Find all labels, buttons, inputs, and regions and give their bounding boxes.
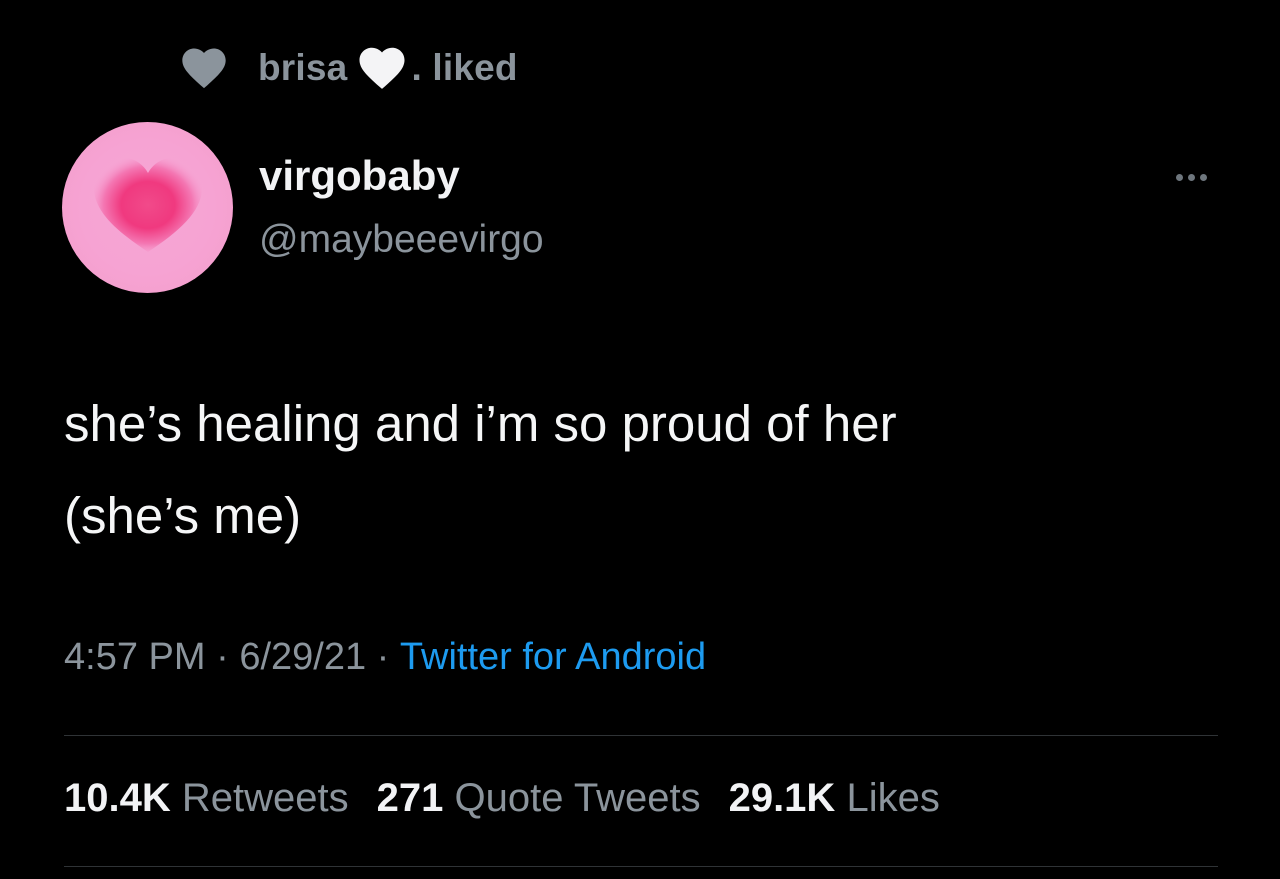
more-icon bbox=[1175, 173, 1183, 181]
author-display-name[interactable]: virgobaby bbox=[259, 152, 460, 200]
meta-separator: · bbox=[366, 636, 400, 678]
quote-tweets-label: Quote Tweets bbox=[454, 776, 701, 820]
retweets-stat[interactable]: 10.4K Retweets bbox=[64, 776, 349, 821]
social-context: brisa . liked bbox=[178, 40, 518, 96]
likes-stat[interactable]: 29.1K Likes bbox=[729, 776, 940, 821]
tweet-time[interactable]: 4:57 PM bbox=[64, 636, 206, 679]
retweets-count: 10.4K bbox=[64, 776, 171, 820]
tweet-date[interactable]: 6/29/21 bbox=[239, 636, 366, 679]
liked-label: . liked bbox=[411, 47, 518, 88]
heart-icon bbox=[178, 42, 230, 94]
author-handle[interactable]: @maybeeevirgo bbox=[259, 218, 544, 262]
more-options-button[interactable] bbox=[1166, 162, 1216, 192]
tweet-meta: 4:57 PM · 6/29/21 · Twitter for Android bbox=[64, 636, 706, 679]
quote-tweets-count: 271 bbox=[376, 776, 444, 820]
liker-name[interactable]: brisa bbox=[258, 47, 347, 89]
likes-label: Likes bbox=[846, 776, 940, 820]
tweet-stats: 10.4K Retweets 271 Quote Tweets 29.1K Li… bbox=[64, 776, 968, 821]
retweets-label: Retweets bbox=[181, 776, 349, 820]
avatar[interactable] bbox=[62, 122, 233, 293]
white-heart-icon bbox=[355, 41, 409, 95]
tweet-text: she’s healing and i’m so proud of her (s… bbox=[64, 395, 897, 544]
divider bbox=[64, 866, 1218, 867]
tweet-source-link[interactable]: Twitter for Android bbox=[400, 636, 706, 679]
likes-count: 29.1K bbox=[728, 776, 836, 820]
divider bbox=[64, 735, 1218, 736]
quote-tweets-stat[interactable]: 271 Quote Tweets bbox=[377, 776, 701, 821]
meta-separator: · bbox=[205, 636, 240, 678]
pink-heart-icon bbox=[93, 157, 202, 252]
